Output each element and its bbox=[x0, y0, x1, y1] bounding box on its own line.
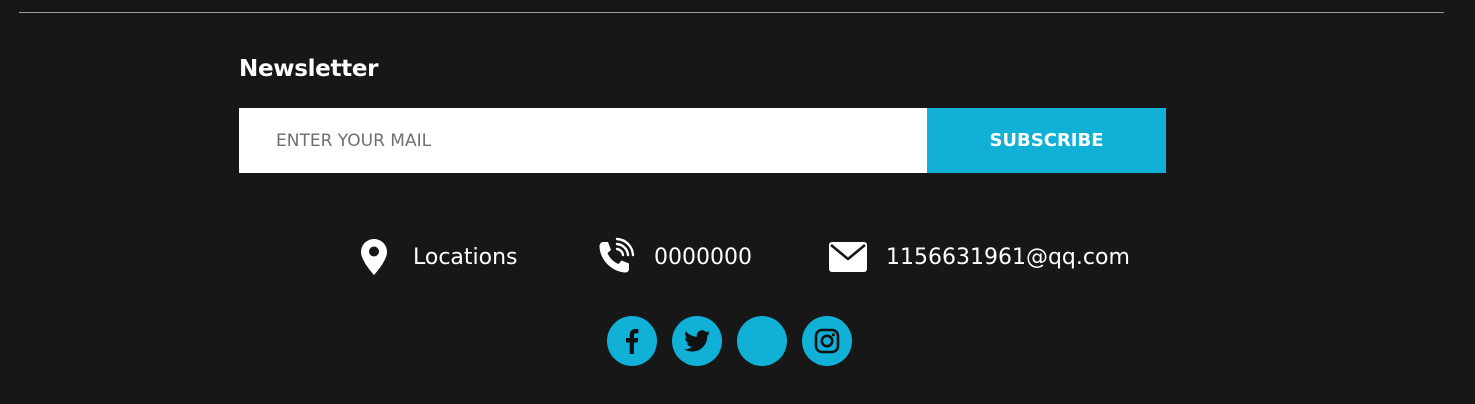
divider bbox=[19, 12, 1444, 13]
instagram-button[interactable] bbox=[802, 316, 852, 366]
phone-text: 0000000 bbox=[654, 244, 752, 270]
facebook-button[interactable] bbox=[607, 316, 657, 366]
instagram-icon bbox=[814, 328, 840, 354]
subscribe-button[interactable]: SUBSCRIBE bbox=[927, 108, 1166, 173]
social-links bbox=[607, 316, 852, 366]
twitter-button[interactable] bbox=[672, 316, 722, 366]
twitter-icon bbox=[684, 330, 710, 352]
blank-social-button[interactable] bbox=[737, 316, 787, 366]
footer: Newsletter SUBSCRIBE Locations 0000000 bbox=[0, 0, 1475, 404]
email-input[interactable] bbox=[239, 108, 927, 173]
newsletter-form: SUBSCRIBE bbox=[239, 108, 1166, 173]
email-link[interactable]: 1156631961@qq.com bbox=[828, 236, 1130, 278]
facebook-icon bbox=[626, 329, 639, 354]
envelope-icon bbox=[828, 236, 868, 278]
phone-link[interactable]: 0000000 bbox=[594, 236, 752, 278]
email-text: 1156631961@qq.com bbox=[886, 244, 1130, 270]
location-text: Locations bbox=[413, 244, 518, 270]
phone-icon bbox=[594, 236, 636, 278]
newsletter-title: Newsletter bbox=[239, 56, 379, 82]
location-link[interactable]: Locations bbox=[358, 236, 518, 278]
location-pin-icon bbox=[358, 236, 390, 278]
